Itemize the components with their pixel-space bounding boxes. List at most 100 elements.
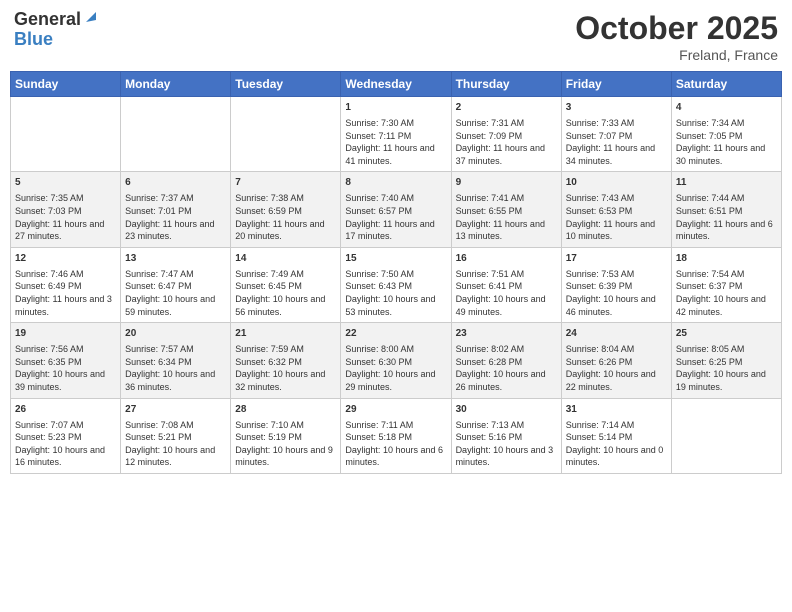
day-info: Sunset: 6:53 PM	[566, 205, 667, 218]
week-row-2: 5 Sunrise: 7:35 AMSunset: 7:03 PM Daylight…	[11, 172, 782, 247]
day-info: Sunrise: 7:53 AM	[566, 268, 667, 281]
day-info: Sunrise: 7:47 AM	[125, 268, 226, 281]
calendar-cell: 4Sunrise: 7:34 AMSunset: 7:05 PMDaylight…	[671, 97, 781, 172]
calendar-cell: 20Sunrise: 7:57 AMSunset: 6:34 PMDayligh…	[121, 323, 231, 398]
day-info: Daylight: 11 hours and 20 minutes.	[235, 218, 336, 243]
week-row-5: 26Sunrise: 7:07 AMSunset: 5:23 PMDayligh…	[11, 398, 782, 473]
calendar-cell: 13 Sunrise: 7:47 AMSunset: 6:47 PMDayligh…	[121, 247, 231, 322]
day-info: Daylight: 10 hours and 42 minutes.	[676, 293, 777, 318]
calendar-cell	[671, 398, 781, 473]
day-number: 14	[235, 252, 336, 266]
day-info: Sunrise: 7:14 AM	[566, 419, 667, 432]
day-number: 23	[456, 327, 557, 341]
day-info: Sunset: 6:26 PM	[566, 356, 667, 369]
week-row-4: 19Sunrise: 7:56 AMSunset: 6:35 PMDayligh…	[11, 323, 782, 398]
day-info: Daylight: 11 hours and 3 minutes.	[15, 293, 116, 318]
day-number: 24	[566, 327, 667, 341]
day-info: Daylight: 11 hours and 34 minutes.	[566, 142, 667, 167]
calendar-table: SundayMondayTuesdayWednesdayThursdayFrid…	[10, 71, 782, 474]
day-info: Daylight: 10 hours and 56 minutes.	[235, 293, 336, 318]
day-number: 18	[676, 252, 777, 266]
day-info: Daylight: 10 hours and 29 minutes.	[345, 368, 446, 393]
calendar-cell: 2Sunrise: 7:31 AMSunset: 7:09 PMDaylight…	[451, 97, 561, 172]
day-number: 10	[566, 176, 667, 190]
day-number: 7	[235, 176, 336, 190]
day-number: 6	[125, 176, 226, 190]
logo-bird-icon	[82, 8, 98, 24]
column-header-tuesday: Tuesday	[231, 72, 341, 97]
calendar-cell: 31 Sunrise: 7:14 AMSunset: 5:14 PMDayligh…	[561, 398, 671, 473]
day-info: Sunset: 5:14 PM	[566, 431, 667, 444]
calendar-cell: 24Sunrise: 8:04 AMSunset: 6:26 PMDayligh…	[561, 323, 671, 398]
day-number: 28	[235, 403, 336, 417]
calendar-cell: 30Sunrise: 7:13 AMSunset: 5:16 PMDayligh…	[451, 398, 561, 473]
week-row-3: 12Sunrise: 7:46 AMSunset: 6:49 PMDayligh…	[11, 247, 782, 322]
day-info: Sunset: 7:05 PM	[676, 130, 777, 143]
day-info: Sunrise: 7:35 AM	[15, 192, 116, 205]
calendar-cell: 8Sunrise: 7:40 AMSunset: 6:57 PMDaylight…	[341, 172, 451, 247]
calendar-cell: 5Sunrise: 7:35 AMSunset: 7:03 PMDaylight…	[11, 172, 121, 247]
day-info: Daylight: 10 hours and 3 minutes.	[456, 444, 557, 469]
day-number: 5	[15, 176, 116, 190]
calendar-cell: 1Sunrise: 7:30 AMSunset: 7:11 PMDaylight…	[341, 97, 451, 172]
calendar-cell: 6Sunrise: 7:37 AMSunset: 7:01 PMDaylight…	[121, 172, 231, 247]
day-info: Daylight: 11 hours and 23 minutes.	[125, 218, 226, 243]
day-info: Daylight: 10 hours and 9 minutes.	[235, 444, 336, 469]
column-header-monday: Monday	[121, 72, 231, 97]
calendar-header-row: SundayMondayTuesdayWednesdayThursdayFrid…	[11, 72, 782, 97]
day-info: Sunset: 5:19 PM	[235, 431, 336, 444]
day-info: Daylight: 10 hours and 32 minutes.	[235, 368, 336, 393]
day-info: Sunrise: 7:57 AM	[125, 343, 226, 356]
day-number: 19	[15, 327, 116, 341]
logo: General Blue	[14, 10, 98, 50]
calendar-cell: 7Sunrise: 7:38 AMSunset: 6:59 PMDaylight…	[231, 172, 341, 247]
calendar-cell	[121, 97, 231, 172]
day-number: 31	[566, 403, 667, 417]
day-info: Sunset: 7:01 PM	[125, 205, 226, 218]
day-number: 4	[676, 101, 777, 115]
day-info: Sunrise: 8:04 AM	[566, 343, 667, 356]
day-number: 26	[15, 403, 116, 417]
day-info: Sunrise: 8:02 AM	[456, 343, 557, 356]
day-info: Daylight: 10 hours and 0 minutes.	[566, 444, 667, 469]
day-number: 21	[235, 327, 336, 341]
day-info: Sunset: 6:57 PM	[345, 205, 446, 218]
calendar-cell: 14Sunrise: 7:49 AMSunset: 6:45 PMDayligh…	[231, 247, 341, 322]
day-number: 22	[345, 327, 446, 341]
day-info: Daylight: 10 hours and 6 minutes.	[345, 444, 446, 469]
day-info: Daylight: 10 hours and 16 minutes.	[15, 444, 116, 469]
day-info: Sunrise: 7:31 AM	[456, 117, 557, 130]
day-number: 29	[345, 403, 446, 417]
day-number: 12	[15, 252, 116, 266]
day-info: Sunset: 5:23 PM	[15, 431, 116, 444]
day-info: Sunset: 5:21 PM	[125, 431, 226, 444]
calendar-cell: 12Sunrise: 7:46 AMSunset: 6:49 PMDayligh…	[11, 247, 121, 322]
day-info: Sunset: 7:03 PM	[15, 205, 116, 218]
day-info: Sunrise: 7:07 AM	[15, 419, 116, 432]
day-info: Daylight: 10 hours and 59 minutes.	[125, 293, 226, 318]
calendar-cell: 10Sunrise: 7:43 AMSunset: 6:53 PMDayligh…	[561, 172, 671, 247]
day-info: Sunset: 6:51 PM	[676, 205, 777, 218]
column-header-saturday: Saturday	[671, 72, 781, 97]
page-header: General Blue October 2025 Freland, Franc…	[10, 10, 782, 63]
day-info: Sunset: 6:41 PM	[456, 280, 557, 293]
calendar-cell: 18Sunrise: 7:54 AMSunset: 6:37 PMDayligh…	[671, 247, 781, 322]
day-info: Sunrise: 7:10 AM	[235, 419, 336, 432]
day-info: Sunrise: 7:51 AM	[456, 268, 557, 281]
day-number: 25	[676, 327, 777, 341]
calendar-cell: 9Sunrise: 7:41 AMSunset: 6:55 PMDaylight…	[451, 172, 561, 247]
day-number: 17	[566, 252, 667, 266]
day-info: Daylight: 10 hours and 36 minutes.	[125, 368, 226, 393]
day-number: 13	[125, 252, 226, 266]
calendar-cell: 23Sunrise: 8:02 AMSunset: 6:28 PMDayligh…	[451, 323, 561, 398]
location: Freland, France	[575, 47, 778, 63]
day-info: Sunset: 6:25 PM	[676, 356, 777, 369]
day-number: 1	[345, 101, 446, 115]
day-info: Sunset: 6:47 PM	[125, 280, 226, 293]
day-info: Sunrise: 8:00 AM	[345, 343, 446, 356]
calendar-cell: 11Sunrise: 7:44 AMSunset: 6:51 PMDayligh…	[671, 172, 781, 247]
calendar-cell: 25Sunrise: 8:05 AMSunset: 6:25 PMDayligh…	[671, 323, 781, 398]
day-info: Sunrise: 7:54 AM	[676, 268, 777, 281]
calendar-cell: 17Sunrise: 7:53 AMSunset: 6:39 PMDayligh…	[561, 247, 671, 322]
calendar-cell: 3Sunrise: 7:33 AMSunset: 7:07 PMDaylight…	[561, 97, 671, 172]
